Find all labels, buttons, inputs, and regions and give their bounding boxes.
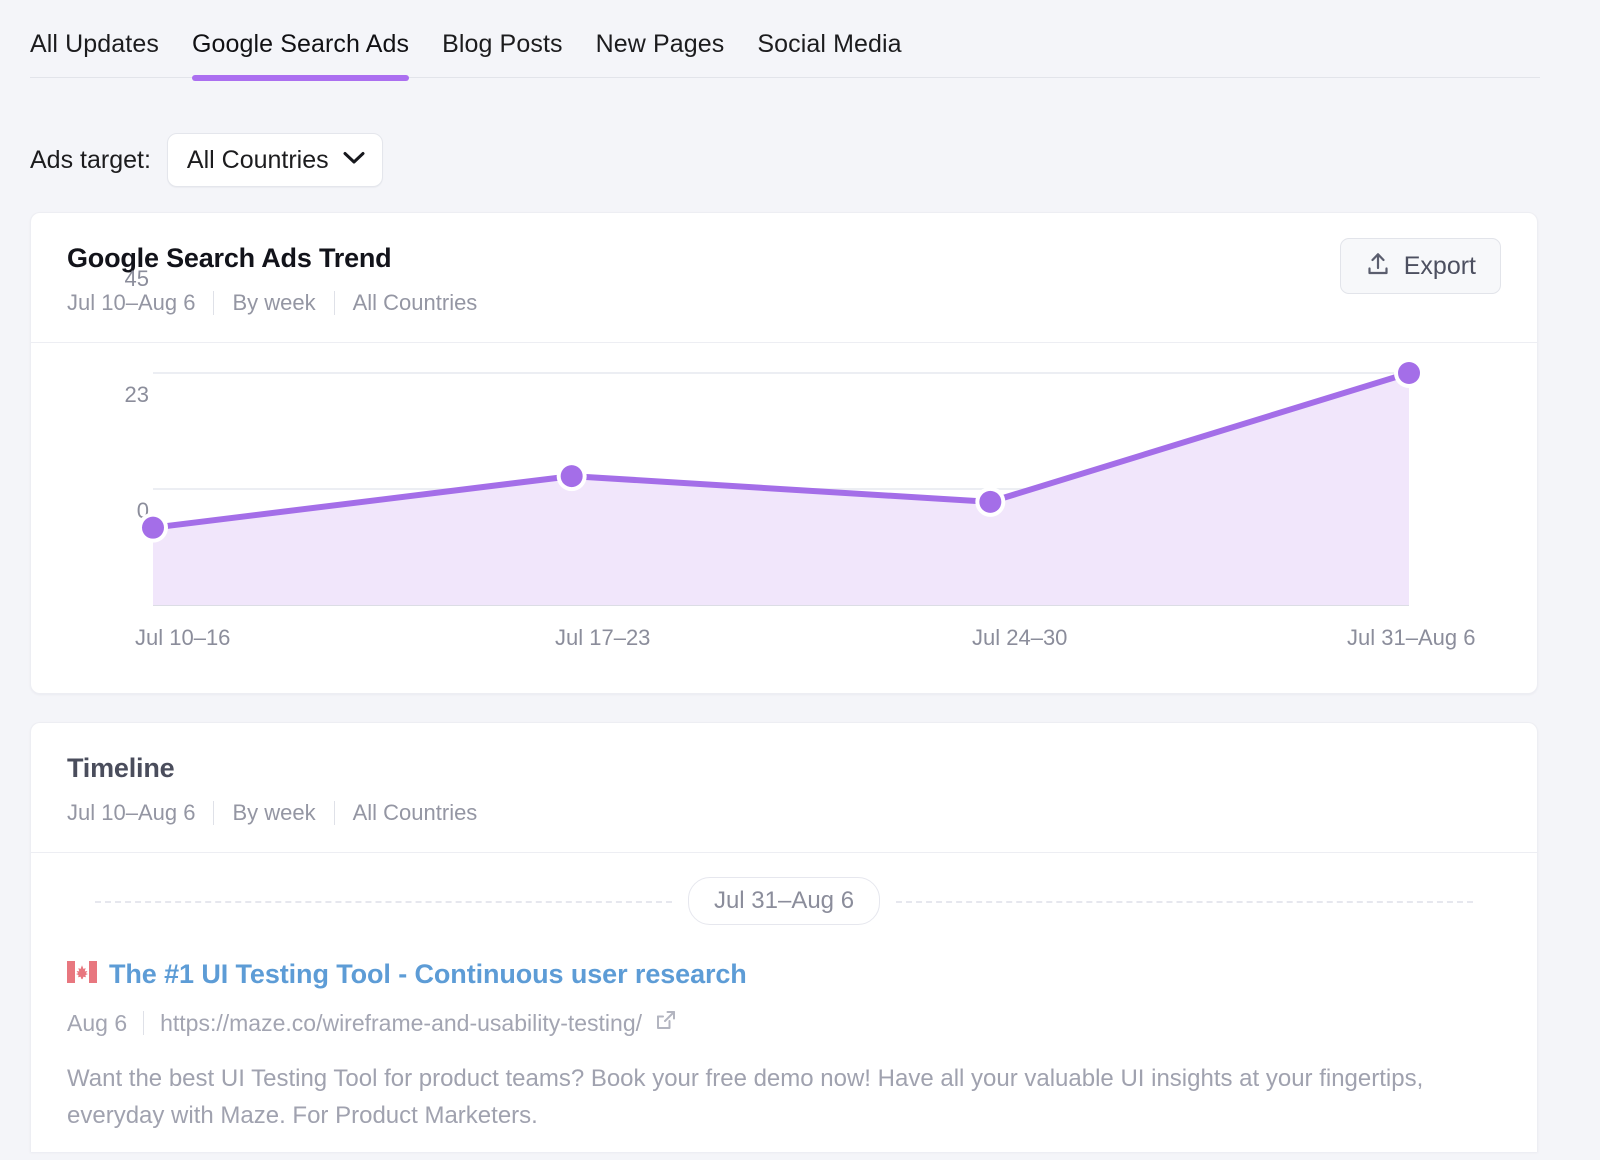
meta-separator — [334, 801, 335, 825]
google-search-ads-trend-card: Google Search Ads Trend Jul 10–Aug 6 By … — [30, 212, 1538, 694]
tab-social-media[interactable]: Social Media — [757, 0, 901, 81]
x-axis-tick-0: Jul 10–16 — [135, 625, 230, 651]
ad-url-link[interactable]: https://maze.co/wireframe-and-usability-… — [160, 1010, 642, 1037]
chart-meta-scope: All Countries — [353, 290, 478, 316]
tab-label: New Pages — [596, 30, 725, 58]
timeline-meta-date-range: Jul 10–Aug 6 — [67, 800, 195, 826]
tab-label: Blog Posts — [442, 30, 563, 58]
page-root: All Updates Google Search Ads Blog Posts… — [0, 0, 1600, 1160]
timeline-group-chip: Jul 31–Aug 6 — [688, 877, 880, 925]
ad-title-link[interactable]: The #1 UI Testing Tool - Continuous user… — [109, 959, 747, 990]
ad-description: Want the best UI Testing Tool for produc… — [67, 1060, 1467, 1134]
ad-meta-row: Aug 6 https://maze.co/wireframe-and-usab… — [67, 1008, 1501, 1038]
timeline-meta-scope: All Countries — [353, 800, 478, 826]
meta-separator — [213, 801, 214, 825]
tab-bar: All Updates Google Search Ads Blog Posts… — [0, 0, 1600, 78]
tab-google-search-ads[interactable]: Google Search Ads — [192, 0, 409, 81]
timeline-group-header: Jul 31–Aug 6 — [67, 853, 1501, 949]
data-point-2[interactable] — [979, 491, 1001, 513]
meta-separator — [143, 1011, 144, 1035]
ads-target-label: Ads target: — [30, 146, 151, 175]
meta-separator — [213, 291, 214, 315]
timeline-card-header: Timeline Jul 10–Aug 6 By week All Countr… — [31, 723, 1537, 852]
export-button-label: Export — [1404, 252, 1476, 281]
chevron-down-icon — [343, 151, 365, 170]
x-axis-tick-3: Jul 31–Aug 6 — [1347, 625, 1475, 651]
data-point-1[interactable] — [561, 465, 583, 487]
timeline-dash-left — [95, 901, 672, 903]
ad-title-row: The #1 UI Testing Tool - Continuous user… — [67, 959, 1501, 990]
data-point-0[interactable] — [142, 517, 164, 539]
tab-label: Social Media — [757, 30, 901, 58]
x-axis-tick-1: Jul 17–23 — [555, 625, 650, 651]
x-axis-tick-2: Jul 24–30 — [972, 625, 1067, 651]
canada-flag-icon — [67, 961, 97, 988]
tab-label: Google Search Ads — [192, 30, 409, 58]
timeline-body: Jul 31–Aug 6 The #1 UI Testing Tool - Co… — [31, 853, 1537, 1134]
ads-target-select[interactable]: All Countries — [167, 133, 383, 187]
list-item: The #1 UI Testing Tool - Continuous user… — [67, 949, 1501, 1134]
data-point-3[interactable] — [1398, 362, 1420, 384]
tab-blog-posts[interactable]: Blog Posts — [442, 0, 563, 81]
timeline-meta-granularity: By week — [232, 800, 315, 826]
timeline-card-title: Timeline — [67, 753, 1501, 784]
chart-card-title: Google Search Ads Trend — [67, 243, 1501, 274]
y-axis-tick-45: 45 — [89, 266, 149, 292]
chart-plot-svg — [31, 343, 1539, 683]
ads-target-filter: Ads target: All Countries — [30, 133, 383, 187]
ads-target-selected-value: All Countries — [187, 146, 329, 175]
timeline-card: Timeline Jul 10–Aug 6 By week All Countr… — [30, 722, 1538, 1152]
tab-active-indicator — [192, 75, 409, 81]
tab-all-updates[interactable]: All Updates — [30, 0, 159, 81]
ad-date: Aug 6 — [67, 1010, 127, 1037]
timeline-card-meta: Jul 10–Aug 6 By week All Countries — [67, 800, 1501, 852]
timeline-dash-right — [896, 901, 1473, 903]
meta-separator — [334, 291, 335, 315]
external-link-icon[interactable] — [654, 1008, 678, 1038]
tab-label: All Updates — [30, 30, 159, 58]
export-button[interactable]: Export — [1340, 238, 1501, 294]
chart-meta-date-range: Jul 10–Aug 6 — [67, 290, 195, 316]
chart-card-header: Google Search Ads Trend Jul 10–Aug 6 By … — [31, 213, 1537, 342]
tab-new-pages[interactable]: New Pages — [596, 0, 725, 81]
export-icon — [1365, 251, 1391, 282]
chart-meta-granularity: By week — [232, 290, 315, 316]
ads-trend-chart: 0 23 45 Jul 10–16 Jul 17–23 Jul 24–30 Ju… — [31, 343, 1537, 683]
chart-card-meta: Jul 10–Aug 6 By week All Countries — [67, 290, 1501, 342]
